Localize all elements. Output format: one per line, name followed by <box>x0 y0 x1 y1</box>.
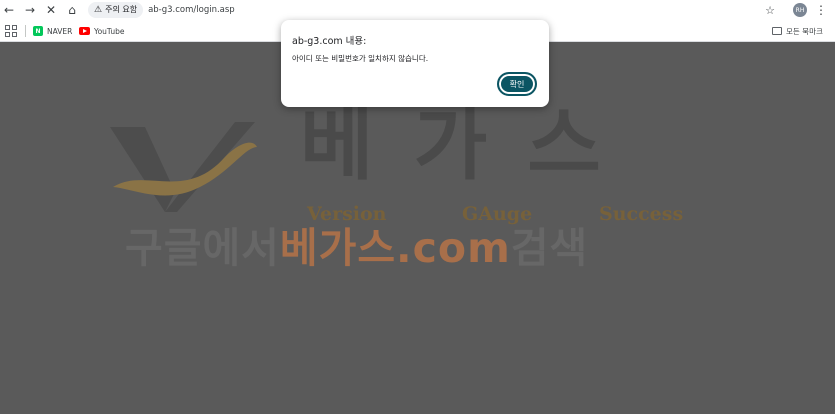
search-banner: 구글에서 베가스.com 검색 <box>125 224 589 272</box>
back-arrow-icon: ← <box>3 3 15 17</box>
subtitle-gauge: GAuge <box>462 203 533 225</box>
forward-arrow-icon: → <box>24 3 36 17</box>
banner-suffix: 검색 <box>510 224 589 272</box>
url-text[interactable]: ab-g3.com/login.asp <box>148 5 235 15</box>
forward-button[interactable]: → <box>21 1 39 19</box>
apps-grid-icon[interactable] <box>5 25 17 37</box>
all-bookmarks-label: 모든 북마크 <box>786 26 823 36</box>
address-bar[interactable]: ⚠ 주의 요함 ab-g3.com/login.asp <box>88 0 788 19</box>
home-button[interactable]: ⌂ <box>63 1 81 19</box>
banner-highlight: 베가스.com <box>279 224 511 272</box>
alert-dialog: ab-g3.com 내용: 아이디 또는 비밀번호가 일치하지 않습니다. 확인 <box>281 20 549 107</box>
avatar-initials: RH <box>795 6 805 14</box>
all-bookmarks-button[interactable]: 모든 북마크 <box>772 24 823 38</box>
vegas-logo-icon <box>110 122 257 212</box>
subtitle-version: Version <box>307 203 387 225</box>
brand-title: 베가스 <box>300 98 641 191</box>
stop-loading-button[interactable]: ✕ <box>42 1 60 19</box>
bookmark-naver[interactable]: N NAVER <box>33 24 72 38</box>
bookmark-youtube[interactable]: YouTube <box>79 24 125 38</box>
warning-icon: ⚠ <box>94 4 103 15</box>
bookmark-label: YouTube <box>94 26 125 36</box>
browser-menu-button[interactable]: ⋮ <box>814 1 828 19</box>
dialog-message: 아이디 또는 비밀번호가 일치하지 않습니다. <box>292 54 429 63</box>
site-info-chip[interactable]: ⚠ 주의 요함 <box>88 1 144 18</box>
folder-icon <box>772 27 782 35</box>
dialog-title: ab-g3.com 내용: <box>292 36 367 47</box>
back-button[interactable]: ← <box>0 1 18 19</box>
more-vert-icon: ⋮ <box>815 3 827 17</box>
profile-avatar[interactable]: RH <box>793 3 807 17</box>
close-icon: ✕ <box>45 3 57 17</box>
site-warning-label: 주의 요함 <box>105 5 138 14</box>
home-icon: ⌂ <box>68 3 76 17</box>
bookmark-label: NAVER <box>47 26 73 36</box>
ok-button-label: 확인 <box>509 79 525 89</box>
youtube-icon <box>79 27 90 35</box>
naver-icon: N <box>33 26 43 36</box>
browser-toolbar: ← → ✕ ⌂ ⚠ 주의 요함 ab-g3.com/login.asp ☆ RH… <box>0 0 835 20</box>
ok-button[interactable]: 확인 <box>497 72 537 96</box>
bookmark-star-button[interactable]: ☆ <box>762 1 778 19</box>
banner-prefix: 구글에서 <box>125 224 280 272</box>
subtitle-success: Success <box>599 203 684 225</box>
bookmarks-divider <box>25 25 26 37</box>
star-icon: ☆ <box>765 3 775 17</box>
